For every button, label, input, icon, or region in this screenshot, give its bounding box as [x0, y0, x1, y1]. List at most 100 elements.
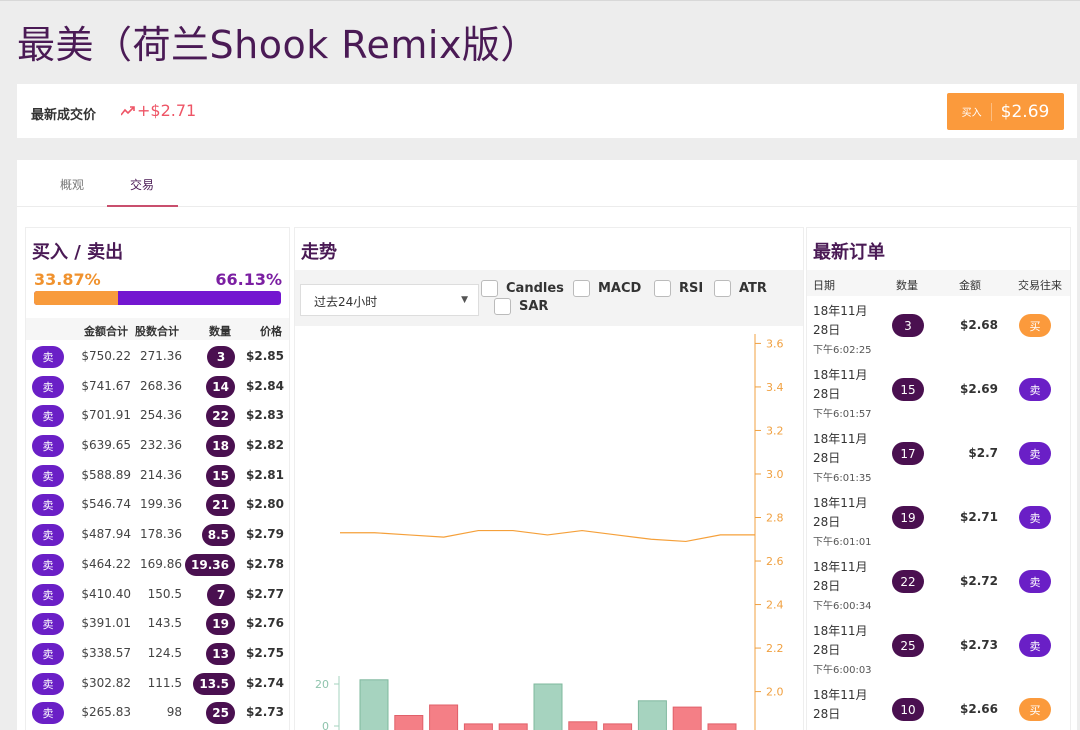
- checkbox-atr[interactable]: [714, 280, 731, 297]
- orderbook-row[interactable]: 卖 $588.89 214.36 15 $2.81: [26, 462, 289, 492]
- order-row[interactable]: 18年11月 28日 下午6:00:03 25 $2.73 卖: [807, 616, 1070, 680]
- row-amount: $487.94: [81, 527, 131, 542]
- header-quantity: 数量: [209, 325, 231, 338]
- order-time: 下午6:01:57: [813, 409, 872, 420]
- orderbook-row[interactable]: 卖 $750.22 271.36 3 $2.85: [26, 343, 289, 373]
- order-quantity: 15: [892, 378, 924, 401]
- orderbook-row[interactable]: 卖 $464.22 169.86 19.36 $2.78: [26, 551, 289, 581]
- time-range-select[interactable]: 过去24小时 ▼: [300, 284, 479, 316]
- volume-bar: [603, 723, 633, 730]
- order-type-badge[interactable]: 买: [1019, 698, 1051, 721]
- order-row[interactable]: 18年11月 28日 下午6:01:35 17 $2.7 卖: [807, 424, 1070, 488]
- row-quantity: 19: [206, 613, 235, 636]
- order-time: 下午6:00:34: [813, 601, 872, 612]
- sell-badge[interactable]: 卖: [32, 346, 64, 368]
- header-total-shares: 股数合计: [135, 325, 179, 338]
- row-quantity: 13: [206, 642, 235, 665]
- price-axis-label: 2.4: [766, 599, 784, 612]
- last-price-label: 最新成交价: [31, 108, 97, 123]
- order-amount: $2.68: [960, 318, 998, 332]
- top-border: [0, 0, 1080, 1]
- sell-badge[interactable]: 卖: [32, 553, 64, 576]
- buy-button[interactable]: 买入 $2.69: [947, 93, 1064, 130]
- order-type-badge[interactable]: 卖: [1019, 378, 1051, 401]
- header-price: 价格: [260, 325, 282, 338]
- orderbook-row[interactable]: 卖 $302.82 111.5 13.5 $2.74: [26, 670, 289, 700]
- order-row[interactable]: 18年11月 28日 10 $2.66 买: [807, 680, 1070, 730]
- header-type: 交易往来: [1018, 279, 1062, 292]
- chart-title: 走势: [301, 242, 337, 263]
- orderbook-row[interactable]: 卖 $265.83 98 25 $2.73: [26, 699, 289, 729]
- header-date: 日期: [813, 279, 835, 292]
- order-time: 下午6:01:35: [813, 473, 872, 484]
- orderbook-rows: 卖 $750.22 271.36 3 $2.85 卖 $741.67 268.36 14 $2.8…: [26, 343, 289, 729]
- header-total-amount: 金额合计: [84, 325, 128, 338]
- row-price: $2.83: [246, 408, 284, 423]
- price-axis-label: 2.6: [766, 555, 784, 568]
- indicator-sar-label: SAR: [519, 299, 549, 314]
- orderbook-row[interactable]: 卖 $487.94 178.36 8.5 $2.79: [26, 521, 289, 551]
- orderbook-panel: 买入 / 卖出 33.87% 66.13% 金额合计 股数合计 数量 价格 卖 $…: [25, 227, 290, 730]
- sell-badge[interactable]: 卖: [32, 672, 64, 695]
- orderbook-row[interactable]: 卖 $338.57 124.5 13 $2.75: [26, 640, 289, 670]
- sell-badge[interactable]: 卖: [32, 435, 64, 458]
- sell-badge[interactable]: 卖: [32, 702, 64, 725]
- row-price: $2.79: [246, 527, 284, 542]
- order-quantity: 19: [892, 506, 924, 529]
- row-price: $2.80: [246, 497, 284, 512]
- row-quantity: 15: [206, 464, 235, 487]
- checkbox-rsi[interactable]: [654, 280, 671, 297]
- sell-badge[interactable]: 卖: [32, 524, 64, 547]
- order-row[interactable]: 18年11月 28日 下午6:01:01 19 $2.71 卖: [807, 488, 1070, 552]
- volume-bar: [394, 715, 424, 730]
- row-shares: 214.36: [140, 467, 182, 482]
- sell-badge[interactable]: 卖: [32, 405, 64, 428]
- order-type-badge[interactable]: 卖: [1019, 570, 1051, 593]
- price-bar: 最新成交价 +$2.71 买入 $2.69: [17, 84, 1077, 138]
- row-shares: 178.36: [140, 527, 182, 542]
- row-quantity: 18: [206, 435, 235, 458]
- sell-badge[interactable]: 卖: [32, 464, 64, 487]
- sell-badge[interactable]: 卖: [32, 583, 64, 606]
- sell-badge[interactable]: 卖: [32, 375, 64, 398]
- indicator-rsi[interactable]: RSI: [654, 280, 703, 297]
- orderbook-row[interactable]: 卖 $639.65 232.36 18 $2.82: [26, 432, 289, 462]
- order-type-badge[interactable]: 卖: [1019, 634, 1051, 657]
- row-amount: $302.82: [81, 675, 131, 690]
- row-quantity: 22: [206, 405, 235, 428]
- orders-rows: 18年11月 28日 下午6:02:25 3 $2.68 买 18年11月 28日 下午6:…: [807, 296, 1070, 730]
- chart-panel: 走势 过去24小时 ▼ Candles MACD RSI ATR SAR 1.8…: [294, 227, 804, 730]
- indicator-candles[interactable]: Candles: [481, 280, 564, 297]
- row-shares: 143.5: [147, 616, 182, 631]
- order-type-badge[interactable]: 卖: [1019, 442, 1051, 465]
- order-row[interactable]: 18年11月 28日 下午6:01:57 15 $2.69 卖: [807, 360, 1070, 424]
- order-row[interactable]: 18年11月 28日 下午6:00:34 22 $2.72 卖: [807, 552, 1070, 616]
- order-type-badge[interactable]: 卖: [1019, 506, 1051, 529]
- checkbox-sar[interactable]: [494, 298, 511, 315]
- sell-badge[interactable]: 卖: [32, 494, 64, 517]
- price-series-line: [340, 529, 755, 543]
- order-quantity: 10: [892, 698, 924, 721]
- price-chart[interactable]: 1.82.02.22.42.62.83.03.23.43.6020: [295, 326, 803, 730]
- order-row[interactable]: 18年11月 28日 下午6:02:25 3 $2.68 买: [807, 296, 1070, 360]
- orderbook-row[interactable]: 卖 $410.40 150.5 7 $2.77: [26, 581, 289, 611]
- sell-badge[interactable]: 卖: [32, 613, 64, 636]
- tab-overview[interactable]: 概观: [60, 176, 84, 193]
- indicator-macd[interactable]: MACD: [573, 280, 641, 297]
- tab-trade[interactable]: 交易: [130, 176, 154, 193]
- checkbox-macd[interactable]: [573, 280, 590, 297]
- indicator-candles-label: Candles: [506, 281, 564, 296]
- row-price: $2.77: [246, 586, 284, 601]
- orderbook-row[interactable]: 卖 $391.01 143.5 19 $2.76: [26, 610, 289, 640]
- orderbook-row[interactable]: 卖 $741.67 268.36 14 $2.84: [26, 373, 289, 403]
- indicator-atr[interactable]: ATR: [714, 280, 767, 297]
- order-type-badge[interactable]: 买: [1019, 314, 1051, 337]
- indicator-sar[interactable]: SAR: [494, 298, 548, 315]
- price-axis-label: 2.0: [766, 686, 784, 699]
- sell-badge[interactable]: 卖: [32, 642, 64, 665]
- row-shares: 232.36: [140, 438, 182, 453]
- orderbook-row[interactable]: 卖 $701.91 254.36 22 $2.83: [26, 402, 289, 432]
- orderbook-row[interactable]: 卖 $546.74 199.36 21 $2.80: [26, 491, 289, 521]
- order-quantity: 3: [892, 314, 924, 337]
- checkbox-candles[interactable]: [481, 280, 498, 297]
